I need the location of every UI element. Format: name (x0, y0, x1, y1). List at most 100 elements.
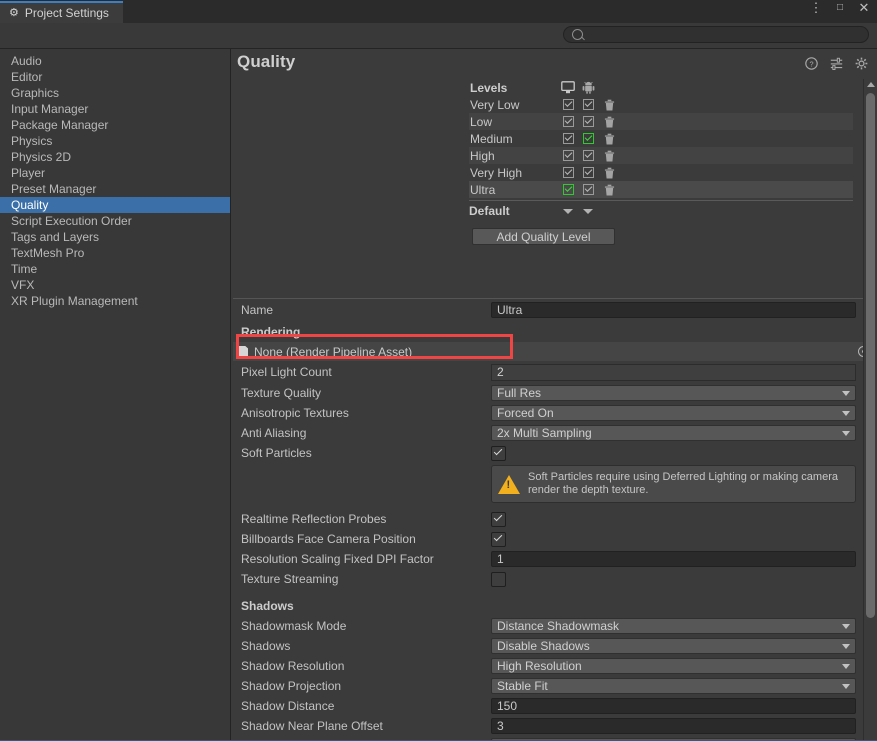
sidebar-item-xr-plugin-management[interactable]: XR Plugin Management (0, 293, 230, 309)
shadow-cascades-dropdown[interactable]: Four Cascades (491, 738, 856, 740)
trash-icon[interactable] (604, 150, 615, 162)
scrollbar-thumb[interactable] (866, 93, 875, 618)
soft-particles-warning: Soft Particles require using Deferred Li… (491, 465, 856, 503)
trash-icon[interactable] (604, 133, 615, 145)
row-shadow-resolution: Shadow Resolution High Resolution (231, 656, 877, 676)
row-shadow-near-plane-offset: Shadow Near Plane Offset 3 (231, 716, 877, 736)
table-row[interactable]: Ultra (469, 181, 853, 198)
scroll-up-icon[interactable] (867, 82, 875, 87)
chevron-down-icon (842, 624, 850, 629)
row-billboards-face-camera: Billboards Face Camera Position (231, 529, 877, 549)
search-bar-row (0, 23, 877, 49)
row-soft-particles: Soft Particles (231, 443, 877, 463)
anti-aliasing-dropdown[interactable]: 2x Multi Sampling (491, 425, 856, 441)
sidebar-item-physics-2d[interactable]: Physics 2D (0, 149, 230, 165)
trash-icon[interactable] (604, 167, 615, 179)
default-level-row: Default (469, 201, 853, 221)
add-quality-level-button[interactable]: Add Quality Level (472, 228, 615, 245)
sidebar-item-vfx[interactable]: VFX (0, 277, 230, 293)
preset-icon[interactable] (830, 57, 843, 70)
trash-icon[interactable] (604, 116, 615, 128)
pixel-light-count-input[interactable]: 2 (491, 363, 856, 381)
shadow-distance-input[interactable]: 150 (491, 698, 856, 714)
search-icon (572, 29, 583, 40)
android-enabled-checkbox[interactable] (582, 167, 594, 178)
desktop-enabled-checkbox[interactable] (562, 116, 574, 127)
vertical-scrollbar[interactable] (863, 79, 877, 740)
table-row[interactable]: High (469, 147, 853, 164)
shadow-near-plane-input[interactable]: 3 (491, 718, 856, 734)
desktop-enabled-checkbox[interactable] (562, 99, 574, 110)
table-row[interactable]: Very High (469, 164, 853, 181)
shadows-dropdown[interactable]: Disable Shadows (491, 638, 856, 654)
billboards-checkbox[interactable] (491, 531, 506, 547)
desktop-enabled-checkbox[interactable] (562, 167, 574, 178)
row-shadowmask-mode: Shadowmask Mode Distance Shadowmask (231, 616, 877, 636)
sidebar-item-preset-manager[interactable]: Preset Manager (0, 181, 230, 197)
android-enabled-checkbox[interactable] (582, 133, 594, 144)
name-input[interactable]: Ultra (491, 302, 856, 318)
shadow-cascades-value: Four Cascades (497, 739, 578, 740)
desktop-enabled-checkbox[interactable] (562, 133, 574, 144)
android-enabled-checkbox[interactable] (582, 116, 594, 127)
anisotropic-value: Forced On (497, 406, 554, 420)
sidebar-item-quality[interactable]: Quality (0, 197, 230, 213)
sidebar-item-package-manager[interactable]: Package Manager (0, 117, 230, 133)
gear-icon[interactable] (855, 57, 868, 70)
table-row[interactable]: Very Low (469, 96, 853, 113)
menu-icon[interactable]: ⋮ (809, 1, 823, 14)
table-row[interactable]: Low (469, 113, 853, 130)
project-settings-window: ⚙ Project Settings ⋮ □ ✕ Audio Editor Gr… (0, 0, 877, 741)
render-pipeline-asset-field[interactable]: None (Render Pipeline Asset) (233, 342, 875, 361)
settings-scroll-area: Levels Very Low Low Medium High Very Hig… (231, 79, 877, 740)
sidebar-item-editor[interactable]: Editor (0, 69, 230, 85)
trash-icon[interactable] (604, 99, 615, 111)
android-enabled-checkbox[interactable] (582, 184, 594, 195)
realtime-reflection-checkbox[interactable] (491, 511, 506, 527)
shadowmask-mode-dropdown[interactable]: Distance Shadowmask (491, 618, 856, 634)
page-title: Quality (237, 52, 296, 71)
sidebar-item-audio[interactable]: Audio (0, 53, 230, 69)
help-icon[interactable]: ? (805, 57, 818, 70)
desktop-enabled-checkbox[interactable] (562, 150, 574, 161)
trash-icon[interactable] (604, 184, 615, 196)
soft-particles-checkbox[interactable] (491, 445, 506, 461)
sidebar-item-input-manager[interactable]: Input Manager (0, 101, 230, 117)
quality-levels-table: Levels Very Low Low Medium High Very Hig… (469, 79, 853, 245)
search-box[interactable] (563, 26, 869, 43)
anti-aliasing-value: 2x Multi Sampling (497, 426, 592, 440)
default-desktop-dropdown[interactable] (563, 208, 573, 214)
android-enabled-checkbox[interactable] (582, 99, 594, 110)
realtime-reflection-label: Realtime Reflection Probes (241, 512, 387, 526)
texture-streaming-checkbox[interactable] (491, 571, 506, 587)
shadow-resolution-dropdown[interactable]: High Resolution (491, 658, 856, 674)
table-row[interactable]: Medium (469, 130, 853, 147)
tab-project-settings[interactable]: ⚙ Project Settings (0, 1, 123, 23)
quality-settings-list: Name Ultra Rendering None (Render Pipeli… (231, 298, 877, 740)
levels-header-label: Levels (470, 80, 508, 95)
row-anisotropic-textures: Anisotropic Textures Forced On (231, 403, 877, 423)
sidebar-item-time[interactable]: Time (0, 261, 230, 277)
maximize-icon[interactable]: □ (833, 2, 847, 13)
dpi-input[interactable]: 1 (491, 551, 856, 567)
sidebar-item-tags-and-layers[interactable]: Tags and Layers (0, 229, 230, 245)
anisotropic-dropdown[interactable]: Forced On (491, 405, 856, 421)
close-icon[interactable]: ✕ (857, 1, 871, 14)
android-enabled-checkbox[interactable] (582, 150, 594, 161)
sidebar-item-graphics[interactable]: Graphics (0, 85, 230, 101)
name-label: Name (241, 303, 274, 317)
sidebar-item-physics[interactable]: Physics (0, 133, 230, 149)
desktop-enabled-checkbox[interactable] (562, 184, 574, 195)
sidebar-item-player[interactable]: Player (0, 165, 230, 181)
row-texture-quality: Texture Quality Full Res (231, 383, 877, 403)
shadow-projection-dropdown[interactable]: Stable Fit (491, 678, 856, 694)
title-bar: ⚙ Project Settings ⋮ □ ✕ (0, 0, 877, 23)
sidebar-item-textmesh-pro[interactable]: TextMesh Pro (0, 245, 230, 261)
default-android-dropdown[interactable] (583, 208, 593, 214)
sidebar-item-script-execution-order[interactable]: Script Execution Order (0, 213, 230, 229)
texture-quality-dropdown[interactable]: Full Res (491, 385, 856, 401)
anisotropic-label: Anisotropic Textures (241, 406, 349, 420)
search-input[interactable] (588, 28, 848, 41)
row-name: Name Ultra (231, 299, 877, 321)
row-resolution-scaling-dpi: Resolution Scaling Fixed DPI Factor 1 (231, 549, 877, 569)
